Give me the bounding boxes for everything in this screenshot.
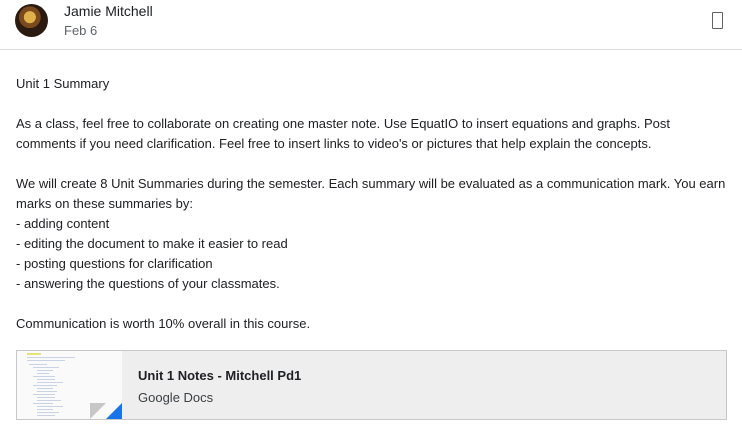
post-body: Unit 1 Summary As a class, feel free to … [16, 74, 726, 334]
list-item: - adding content [16, 216, 110, 231]
google-docs-icon [106, 403, 122, 419]
paragraph-2-line-2: marks on these summaries by: [16, 196, 194, 211]
post-title: Unit 1 Summary [16, 76, 110, 91]
paragraph-1-line-2: comments if you need clarification. Feel… [16, 136, 652, 151]
attachment-title[interactable]: Unit 1 Notes - Mitchell Pd1 [138, 368, 301, 383]
author-name[interactable]: Jamie Mitchell [64, 3, 153, 19]
attachment-card[interactable]: Unit 1 Notes - Mitchell Pd1 Google Docs [16, 350, 727, 420]
post-date: Feb 6 [64, 23, 98, 38]
avatar[interactable] [15, 4, 48, 37]
bookmark-icon[interactable] [712, 12, 723, 29]
page-fold-icon [90, 403, 106, 419]
paragraph-1-line-1: As a class, feel free to collaborate on … [16, 116, 670, 131]
list-item: - posting questions for clarification [16, 256, 213, 271]
list-item: - editing the document to make it easier… [16, 236, 288, 251]
attachment-thumbnail[interactable] [17, 351, 122, 419]
closing-line: Communication is worth 10% overall in th… [16, 316, 311, 331]
attachment-type: Google Docs [138, 390, 214, 405]
post-header: Jamie Mitchell Feb 6 [0, 0, 742, 50]
paragraph-2-line-1: We will create 8 Unit Summaries during t… [16, 176, 726, 191]
list-item: - answering the questions of your classm… [16, 276, 280, 291]
